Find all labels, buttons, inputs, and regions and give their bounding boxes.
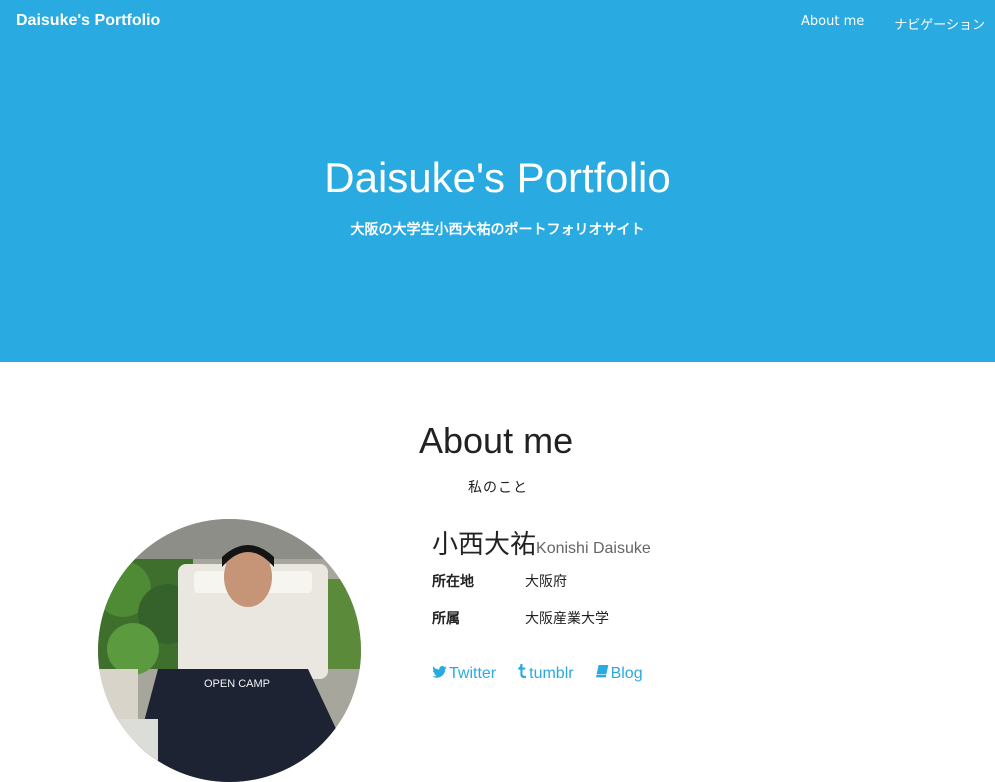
info-label: 所在地 bbox=[432, 574, 474, 590]
blog-link[interactable]: Blog bbox=[595, 664, 643, 683]
social-links: Twitter tumblr Blog bbox=[432, 664, 643, 683]
nav-item-navigation[interactable]: ナビゲーション bbox=[894, 14, 985, 33]
about-subtitle: 私のこと bbox=[468, 480, 528, 496]
profile-photo-image: OPEN CAMP bbox=[98, 519, 361, 782]
hero-subtitle: 大阪の大学生小西大祐のポートフォリオサイト bbox=[350, 222, 645, 238]
profile-photo: OPEN CAMP bbox=[98, 519, 361, 782]
tumblr-icon bbox=[518, 664, 527, 683]
info-row-location: 所在地 大阪府 bbox=[432, 571, 567, 591]
profile-name: 小西大祐Konishi Daisuke bbox=[432, 524, 651, 561]
hero-banner: Daisuke's Portfolio About me ナビゲーション Dai… bbox=[0, 0, 995, 362]
svg-text:OPEN CAMP: OPEN CAMP bbox=[204, 678, 270, 690]
info-value: 大阪府 bbox=[525, 574, 567, 590]
about-title: About me bbox=[419, 420, 574, 461]
tumblr-label: tumblr bbox=[529, 664, 574, 682]
tumblr-link[interactable]: tumblr bbox=[518, 664, 574, 683]
name-japanese: 小西大祐 bbox=[432, 530, 537, 560]
nav-item-about[interactable]: About me bbox=[801, 14, 864, 33]
name-english: Konishi Daisuke bbox=[536, 540, 651, 557]
book-icon bbox=[595, 664, 609, 683]
twitter-label: Twitter bbox=[449, 664, 497, 682]
info-value: 大阪産業大学 bbox=[525, 611, 609, 627]
top-nav: About me ナビゲーション bbox=[801, 14, 985, 33]
info-label: 所属 bbox=[432, 611, 460, 627]
info-row-affiliation: 所属 大阪産業大学 bbox=[432, 608, 609, 628]
brand-link[interactable]: Daisuke's Portfolio bbox=[16, 12, 160, 30]
blog-label: Blog bbox=[610, 664, 643, 682]
hero-title: Daisuke's Portfolio bbox=[324, 154, 671, 201]
twitter-icon bbox=[432, 665, 447, 683]
twitter-link[interactable]: Twitter bbox=[432, 664, 496, 683]
